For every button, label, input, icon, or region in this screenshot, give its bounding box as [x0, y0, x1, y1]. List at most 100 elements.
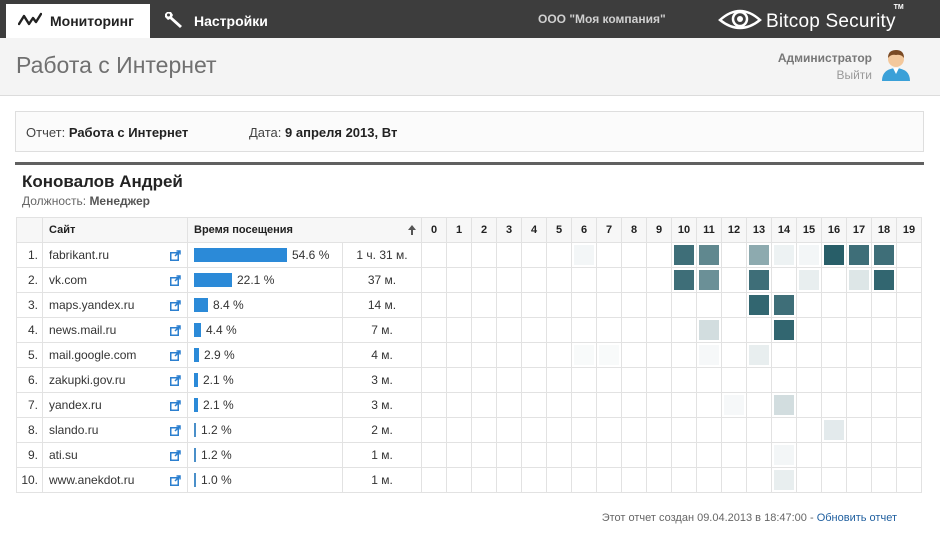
hour-activity-mark: [574, 245, 594, 265]
hour-header: 12: [721, 217, 747, 243]
hour-activity-mark: [799, 270, 819, 290]
hour-activity-cell: [621, 242, 647, 268]
hour-header: 8: [621, 217, 647, 243]
visit-share-bar: [194, 398, 198, 413]
hour-activity-cell: [821, 242, 847, 268]
hour-activity-cell: [896, 292, 922, 318]
user-name[interactable]: Администратор: [778, 51, 872, 65]
table-row[interactable]: 9. ati.su 1.2 % 1 м.: [16, 442, 922, 468]
hour-activity-cell: [771, 242, 797, 268]
visit-share-percent: 2.9 %: [204, 348, 235, 363]
hour-activity-cell: [696, 292, 722, 318]
hour-activity-cell: [896, 317, 922, 343]
hour-activity-cell: [521, 292, 547, 318]
visit-share-cell: 2.1 %: [187, 367, 343, 393]
hour-activity-cell: [596, 367, 622, 393]
hour-activity-cell: [771, 342, 797, 368]
hour-activity-mark: [799, 245, 819, 265]
hour-activity-cell: [596, 242, 622, 268]
table-row[interactable]: 5. mail.google.com 2.9 % 4 м.: [16, 342, 922, 368]
hour-activity-mark: [699, 345, 719, 365]
row-number: 9.: [16, 442, 43, 468]
external-link-icon[interactable]: [170, 300, 181, 314]
hour-activity-mark: [749, 270, 769, 290]
hour-activity-cell: [446, 292, 472, 318]
report-info-panel: Отчет: Работа с Интернет Дата: 9 апреля …: [15, 111, 924, 152]
hour-activity-cell: [846, 317, 872, 343]
external-link-icon[interactable]: [170, 325, 181, 339]
hour-activity-cell: [621, 367, 647, 393]
hour-activity-cell: [696, 392, 722, 418]
hour-activity-mark: [674, 245, 694, 265]
hour-activity-cell: [596, 267, 622, 293]
external-link-icon[interactable]: [170, 450, 181, 464]
hour-activity-cell: [746, 467, 772, 493]
hour-activity-cell: [546, 392, 572, 418]
hour-activity-cell: [471, 442, 497, 468]
hour-activity-cell: [421, 442, 447, 468]
site-cell: ati.su: [42, 442, 188, 468]
hour-activity-cell: [871, 392, 897, 418]
tab-settings[interactable]: Настройки: [164, 4, 268, 38]
hour-activity-cell: [421, 242, 447, 268]
hour-activity-cell: [796, 242, 822, 268]
hour-activity-mark: [774, 445, 794, 465]
visit-duration: 3 м.: [342, 392, 422, 418]
hour-activity-mark: [874, 245, 894, 265]
hour-header: 10: [671, 217, 697, 243]
hour-activity-cell: [721, 342, 747, 368]
external-link-icon[interactable]: [170, 425, 181, 439]
hour-activity-mark: [774, 245, 794, 265]
table-row[interactable]: 6. zakupki.gov.ru 2.1 % 3 м.: [16, 367, 922, 393]
external-link-icon[interactable]: [170, 475, 181, 489]
tab-monitoring[interactable]: Мониторинг: [6, 4, 150, 38]
hour-activity-cell: [421, 267, 447, 293]
table-row[interactable]: 1. fabrikant.ru 54.6 % 1 ч. 31 м.: [16, 242, 922, 268]
hour-activity-cell: [771, 392, 797, 418]
hour-activity-cell: [496, 317, 522, 343]
external-link-icon[interactable]: [170, 275, 181, 289]
table-row[interactable]: 2. vk.com 22.1 % 37 м.: [16, 267, 922, 293]
column-time-header[interactable]: Время посещения: [187, 217, 422, 243]
row-number: 10.: [16, 467, 43, 493]
hour-activity-cell: [596, 417, 622, 443]
hour-activity-cell: [446, 417, 472, 443]
external-link-icon[interactable]: [170, 400, 181, 414]
hour-activity-mark: [774, 320, 794, 340]
sort-arrow-up-icon[interactable]: [407, 224, 417, 239]
hour-activity-cell: [871, 242, 897, 268]
visit-duration: 1 м.: [342, 442, 422, 468]
hour-activity-cell: [896, 417, 922, 443]
hour-activity-cell: [671, 467, 697, 493]
hour-activity-cell: [671, 292, 697, 318]
hour-activity-cell: [846, 292, 872, 318]
table-row[interactable]: 4. news.mail.ru 4.4 % 7 м.: [16, 317, 922, 343]
hour-activity-cell: [471, 342, 497, 368]
table-row[interactable]: 3. maps.yandex.ru 8.4 % 14 м.: [16, 292, 922, 318]
external-link-icon[interactable]: [170, 250, 181, 264]
table-row[interactable]: 10. www.anekdot.ru 1.0 % 1 м.: [16, 467, 922, 493]
hour-activity-cell: [671, 317, 697, 343]
refresh-report-link[interactable]: Обновить отчет: [817, 512, 897, 524]
hour-activity-cell: [596, 317, 622, 343]
company-name: ООО "Моя компания": [538, 12, 666, 26]
external-link-icon[interactable]: [170, 350, 181, 364]
hour-activity-cell: [421, 317, 447, 343]
visit-share-cell: 54.6 %: [187, 242, 343, 268]
table-row[interactable]: 8. slando.ru 1.2 % 2 м.: [16, 417, 922, 443]
hour-activity-cell: [646, 317, 672, 343]
table-row[interactable]: 7. yandex.ru 2.1 % 3 м.: [16, 392, 922, 418]
hour-activity-mark: [699, 270, 719, 290]
hour-activity-cell: [471, 392, 497, 418]
visit-share-percent: 1.0 %: [201, 473, 232, 488]
site-name: vk.com: [49, 273, 88, 287]
hour-activity-cell: [621, 267, 647, 293]
hour-activity-mark: [574, 345, 594, 365]
logout-link[interactable]: Выйти: [836, 68, 872, 82]
visit-share-bar: [194, 298, 208, 313]
column-site-header[interactable]: Сайт: [42, 217, 188, 243]
hour-activity-cell: [821, 392, 847, 418]
external-link-icon[interactable]: [170, 375, 181, 389]
visit-share-cell: 8.4 %: [187, 292, 343, 318]
hour-activity-cell: [521, 392, 547, 418]
